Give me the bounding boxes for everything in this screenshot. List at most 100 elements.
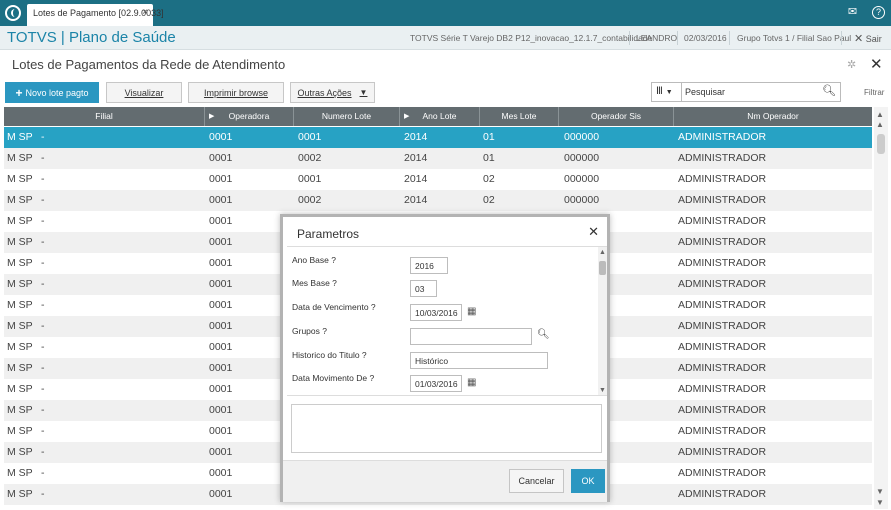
col-ano-lote[interactable]: ▶ Ano Lote	[400, 107, 480, 126]
cell-filial-name: -	[41, 131, 45, 143]
scrollbar-thumb[interactable]	[877, 134, 885, 154]
cell-operadora: 0001	[209, 320, 233, 332]
calendar-icon[interactable]: ▦	[467, 377, 477, 388]
cell-nm-operador: ADMINISTRADOR	[678, 446, 767, 458]
table-row[interactable]: M SP - 0001 0001 2014 01 000000 ADMINISTRADOR	[4, 127, 872, 148]
cell-operadora: 0001	[209, 425, 233, 437]
help-icon[interactable]: ?	[872, 6, 885, 19]
cell-nm-operador: ADMINISTRADOR	[678, 320, 767, 332]
col-operador-sis[interactable]: Operador Sis	[559, 107, 674, 126]
more-actions-button[interactable]: Outras Ações ▼	[290, 82, 375, 103]
cell-nm-operador: ADMINISTRADOR	[678, 425, 767, 437]
field-label: Data de Vencimento ?	[292, 302, 376, 312]
cell-mes-lote: 01	[483, 152, 495, 164]
table-row[interactable]: M SP - 0001 0002 2014 02 000000 ADMINISTRADOR	[4, 190, 872, 211]
scroll-down-icon[interactable]: ▼	[876, 498, 884, 507]
columns-icon: Ⅲ	[656, 86, 663, 97]
parameters-dialog: Parametros ✕ Ano Base ? 2016 Mes Base ? …	[280, 214, 610, 502]
cell-nm-operador: ADMINISTRADOR	[678, 383, 767, 395]
search-icon[interactable]: 🔍︎	[822, 84, 836, 97]
field-label: Grupos ?	[292, 326, 327, 336]
parameters-form: Ano Base ? 2016 Mes Base ? 03 Data de Ve…	[287, 246, 607, 396]
cell-filial-name: -	[41, 236, 45, 248]
cell-filial-name: -	[41, 173, 45, 185]
new-batch-button[interactable]: + Novo lote pagto	[5, 82, 99, 103]
mes-base-input[interactable]: 03	[410, 280, 437, 297]
print-browse-button[interactable]: Imprimir browse	[188, 82, 284, 103]
cell-operadora: 0001	[209, 257, 233, 269]
sort-icon: ▶	[209, 113, 215, 120]
dialog-close-icon[interactable]: ✕	[588, 224, 599, 240]
cell-filial-name: -	[41, 383, 45, 395]
calendar-icon[interactable]: ▦	[467, 306, 477, 317]
sort-icon: ▶	[404, 113, 410, 120]
cell-filial: M SP	[7, 320, 33, 332]
scroll-down-icon[interactable]: ▼	[599, 387, 606, 394]
data-vencimento-input[interactable]: 10/03/2016	[410, 304, 462, 321]
close-page-icon[interactable]: ✕	[870, 55, 883, 73]
cell-operadora: 0001	[209, 404, 233, 416]
historico-input[interactable]: Histórico	[410, 352, 548, 369]
cell-numero-lote: 0002	[298, 194, 322, 206]
logout-button[interactable]: ✕ Sair	[854, 32, 882, 45]
cell-filial-name: -	[41, 194, 45, 206]
caret-down-icon: ▼	[359, 88, 368, 97]
form-scrollbar[interactable]: ▲ ▼	[598, 247, 607, 395]
filter-link[interactable]: Filtrar	[864, 88, 884, 97]
cell-operadora: 0001	[209, 278, 233, 290]
cell-filial: M SP	[7, 194, 33, 206]
col-mes-lote[interactable]: Mes Lote	[480, 107, 559, 126]
cell-filial: M SP	[7, 278, 33, 290]
cell-operadora: 0001	[209, 152, 233, 164]
cell-filial: M SP	[7, 467, 33, 479]
scroll-up-icon[interactable]: ▲	[876, 110, 884, 119]
lookup-search-icon[interactable]: 🔍︎	[537, 329, 550, 340]
scroll-up-icon[interactable]: ▲	[599, 249, 606, 256]
view-button[interactable]: Visualizar	[106, 82, 182, 103]
col-filial[interactable]: Filial	[4, 107, 205, 126]
cell-operadora: 0001	[209, 467, 233, 479]
cell-filial-name: -	[41, 341, 45, 353]
cell-operadora: 0001	[209, 173, 233, 185]
cell-filial: M SP	[7, 404, 33, 416]
scrollbar-thumb[interactable]	[599, 261, 606, 275]
cell-nm-operador: ADMINISTRADOR	[678, 131, 767, 143]
cell-filial: M SP	[7, 257, 33, 269]
cancel-button[interactable]: Cancelar	[509, 469, 564, 493]
field-label: Mes Base ?	[292, 278, 337, 288]
ok-button[interactable]: OK	[571, 469, 605, 493]
tab-close-icon[interactable]: ×	[142, 7, 148, 18]
cell-filial: M SP	[7, 173, 33, 185]
search-field-selector[interactable]: Ⅲ ▼	[652, 83, 682, 101]
grupos-input[interactable]	[410, 328, 532, 345]
cell-mes-lote: 02	[483, 194, 495, 206]
ano-base-input[interactable]: 2016	[410, 257, 448, 274]
field-label: Ano Base ?	[292, 255, 336, 265]
mail-icon[interactable]: ✉	[846, 6, 859, 19]
cell-operadora: 0001	[209, 341, 233, 353]
gear-icon[interactable]: ✲	[847, 58, 856, 71]
cell-nm-operador: ADMINISTRADOR	[678, 152, 767, 164]
search-input[interactable]: Pesquisar	[685, 87, 725, 97]
col-operadora[interactable]: ▶ Operadora	[205, 107, 294, 126]
cell-operadora: 0001	[209, 131, 233, 143]
brand-title: TOTVS | Plano de Saúde	[7, 29, 176, 46]
cell-filial-name: -	[41, 278, 45, 290]
cell-filial-name: -	[41, 152, 45, 164]
data-movimento-input[interactable]: 01/03/2016	[410, 375, 462, 392]
company-branch[interactable]: Grupo Totvs 1 / Filial Sao Paul	[737, 33, 851, 43]
cell-filial: M SP	[7, 152, 33, 164]
scroll-up-icon[interactable]: ▲	[876, 120, 884, 129]
dialog-title: Parametros	[297, 227, 360, 241]
tab-lotes-pagamento[interactable]: Lotes de Pagamento [02.9.0033] ×	[27, 4, 164, 26]
cell-nm-operador: ADMINISTRADOR	[678, 341, 767, 353]
table-row[interactable]: M SP - 0001 0002 2014 01 000000 ADMINISTRADOR	[4, 148, 872, 169]
cell-ano-lote: 2014	[404, 152, 428, 164]
help-text-area	[291, 404, 602, 453]
table-scrollbar[interactable]: ▲ ▲ ▼ ▼	[874, 107, 888, 509]
table-row[interactable]: M SP - 0001 0001 2014 02 000000 ADMINISTRADOR	[4, 169, 872, 190]
scroll-down-icon[interactable]: ▼	[876, 487, 884, 496]
col-nm-operador[interactable]: Nm Operador	[674, 107, 872, 126]
cell-filial: M SP	[7, 362, 33, 374]
col-numero-lote[interactable]: Numero Lote	[294, 107, 400, 126]
